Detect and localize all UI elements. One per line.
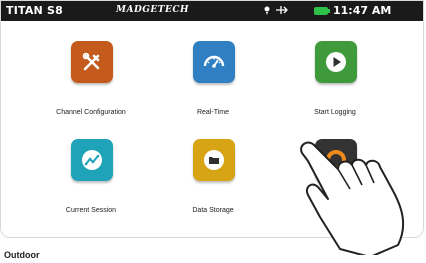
gauge-icon[interactable] bbox=[193, 41, 235, 83]
status-bar: TITAN S8 MADGETECH 11:47 AM bbox=[1, 1, 423, 21]
brand-logo: MADGETECH bbox=[116, 5, 190, 15]
tile-label: Real-Time bbox=[196, 109, 230, 116]
tile-label: Channel Configuration bbox=[56, 109, 126, 116]
model-name: TITAN S8 bbox=[6, 4, 63, 17]
tile-label: Current Session bbox=[65, 207, 117, 214]
tile-label: Data Storage bbox=[192, 207, 234, 214]
usb-icon bbox=[264, 6, 288, 15]
tile-label: Start Logging bbox=[314, 109, 356, 116]
tile-current-session[interactable]: Current Session bbox=[21, 119, 161, 219]
trend-line-icon[interactable] bbox=[71, 139, 113, 181]
pointing-hand-icon bbox=[300, 141, 405, 255]
caption-text: Outdoor bbox=[4, 250, 40, 260]
folder-icon[interactable] bbox=[193, 139, 235, 181]
tile-channel-configuration[interactable]: Channel Configuration bbox=[21, 21, 161, 121]
battery-icon bbox=[314, 7, 330, 15]
play-icon[interactable] bbox=[315, 41, 357, 83]
tile-real-time[interactable]: Real-Time bbox=[143, 21, 283, 121]
connection-icons bbox=[263, 4, 293, 19]
tile-data-storage[interactable]: Data Storage bbox=[143, 119, 283, 219]
tile-start-logging[interactable]: Start Logging bbox=[265, 21, 405, 121]
clock: 11:47 AM bbox=[333, 4, 392, 17]
wrench-screwdriver-icon[interactable] bbox=[71, 41, 113, 83]
